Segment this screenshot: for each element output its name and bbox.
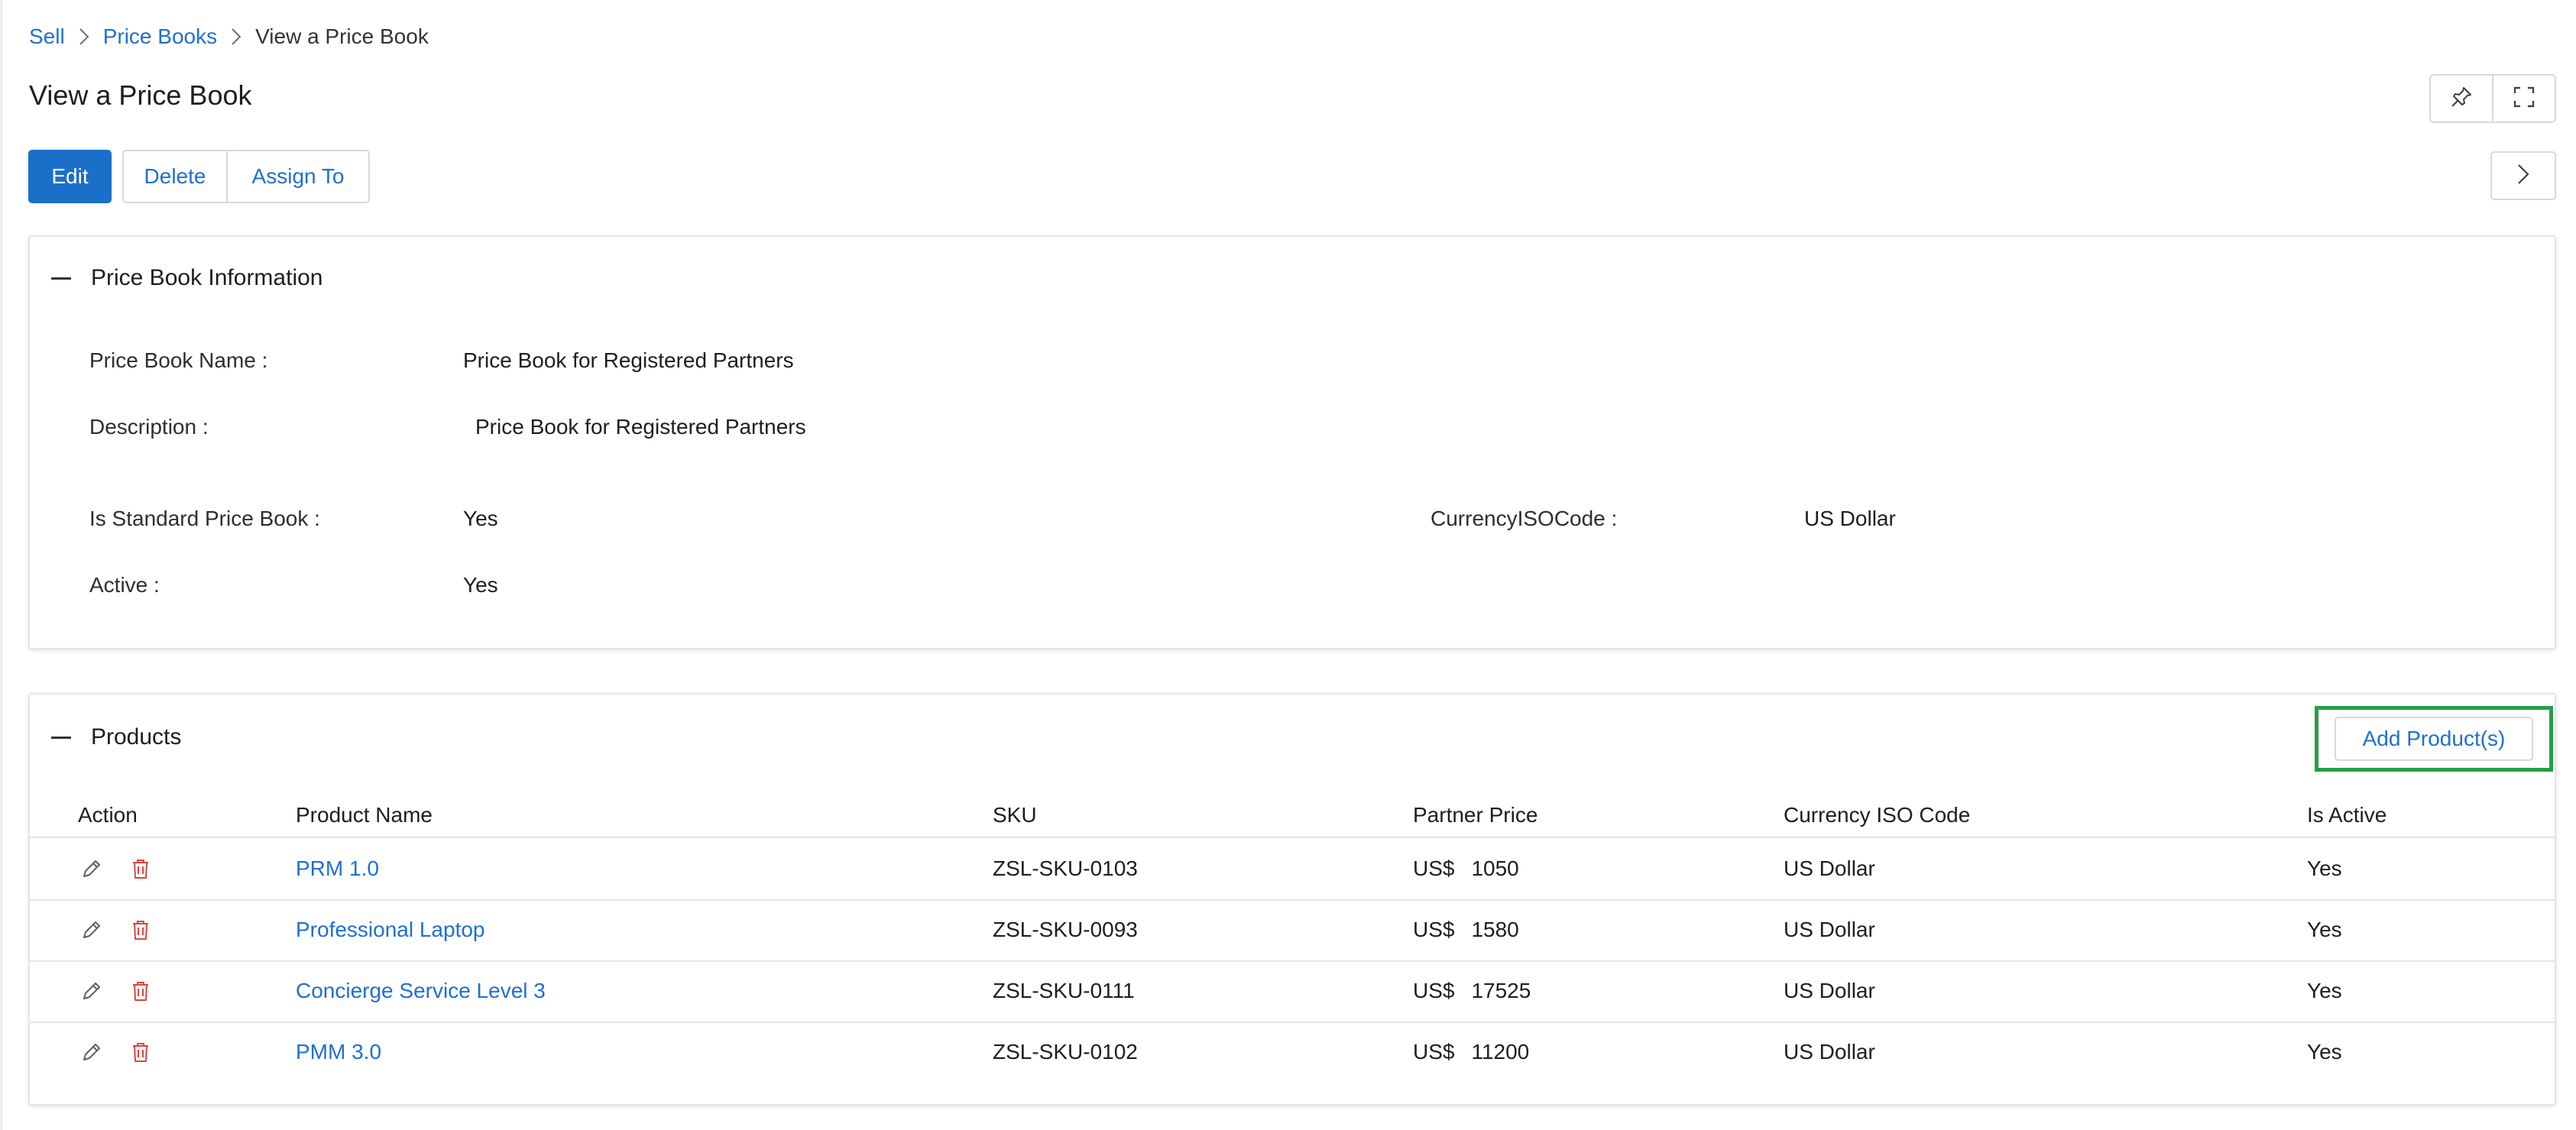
product-currency: US Dollar <box>1784 856 1875 880</box>
currency-symbol: US$ <box>1413 979 1455 1002</box>
pencil-icon[interactable] <box>78 1038 105 1066</box>
price-value: 11200 <box>1471 1040 1530 1064</box>
column-header-partner-price[interactable]: Partner Price <box>1413 794 1537 837</box>
table-row: Professional Laptop ZSL-SKU-0093 US$ 158… <box>30 899 2555 962</box>
product-sku: ZSL-SKU-0102 <box>993 1040 1138 1064</box>
left-border <box>0 0 3 1130</box>
row-actions <box>78 899 154 960</box>
product-name-link[interactable]: PRM 1.0 <box>296 838 379 899</box>
table-row: PMM 3.0 ZSL-SKU-0102 US$ 11200 US Dollar… <box>30 1022 2555 1083</box>
breadcrumb-separator-icon <box>65 28 103 46</box>
currency-symbol: US$ <box>1413 856 1455 880</box>
product-partner-price: US$ 17525 <box>1413 960 1531 1022</box>
pin-button[interactable] <box>2431 76 2492 121</box>
row-actions <box>78 1022 154 1083</box>
products-section-toggle[interactable]: Products <box>51 720 181 754</box>
column-header-product-name[interactable]: Product Name <box>296 794 433 837</box>
product-name-link[interactable]: Professional Laptop <box>296 899 485 960</box>
product-name-link[interactable]: Concierge Service Level 3 <box>296 960 546 1022</box>
is-standard-label: Is Standard Price Book : <box>89 507 320 530</box>
product-partner-price: US$ 1580 <box>1413 899 1519 960</box>
product-currency: US Dollar <box>1784 979 1875 1002</box>
price-value: 17525 <box>1471 979 1531 1002</box>
trash-icon[interactable] <box>127 1038 154 1066</box>
product-partner-price: US$ 11200 <box>1413 1022 1529 1083</box>
add-products-highlight: Add Product(s) <box>2315 706 2553 772</box>
edit-button[interactable]: Edit <box>28 150 112 203</box>
trash-icon[interactable] <box>127 855 154 882</box>
product-name-link[interactable]: PMM 3.0 <box>296 1022 381 1083</box>
add-products-button[interactable]: Add Product(s) <box>2335 717 2533 761</box>
page-title: View a Price Book <box>29 79 252 111</box>
currency-iso-code-label: CurrencyISOCode : <box>1431 507 1618 530</box>
column-header-is-active[interactable]: Is Active <box>2307 794 2386 837</box>
column-header-currency-iso-code[interactable]: Currency ISO Code <box>1784 794 1970 837</box>
breadcrumb-current: View a Price Book <box>255 24 429 48</box>
row-actions <box>78 838 154 899</box>
price-book-name-label: Price Book Name : <box>89 348 268 372</box>
active-label: Active : <box>89 573 160 597</box>
description-label: Description : <box>89 415 209 439</box>
product-is-active: Yes <box>2307 1040 2342 1064</box>
info-section-title: Price Book Information <box>91 265 323 290</box>
price-value: 1050 <box>1471 856 1519 880</box>
view-controls <box>2429 74 2556 123</box>
pencil-icon[interactable] <box>78 977 105 1005</box>
action-button-group: Delete Assign To <box>122 150 370 203</box>
delete-button[interactable]: Delete <box>124 151 226 202</box>
product-sku: ZSL-SKU-0103 <box>993 856 1138 880</box>
active-value: Yes <box>463 573 498 597</box>
fullscreen-icon <box>2513 86 2535 112</box>
breadcrumb-separator-icon <box>217 28 255 46</box>
breadcrumb-price-books[interactable]: Price Books <box>103 24 217 49</box>
column-header-sku[interactable]: SKU <box>993 794 1037 837</box>
pin-icon <box>2450 86 2473 112</box>
price-book-information-card: Price Book Information Price Book Name :… <box>28 235 2556 649</box>
collapse-icon <box>51 736 71 739</box>
collapse-icon <box>51 277 71 280</box>
trash-icon[interactable] <box>127 977 154 1005</box>
assign-to-button[interactable]: Assign To <box>226 151 368 202</box>
product-sku: ZSL-SKU-0111 <box>993 979 1135 1002</box>
column-header-action: Action <box>78 803 138 827</box>
next-record-button[interactable] <box>2490 151 2556 200</box>
currency-symbol: US$ <box>1413 1040 1455 1064</box>
breadcrumb: Sell Price Books View a Price Book <box>29 20 429 53</box>
currency-symbol: US$ <box>1413 918 1455 941</box>
product-sku: ZSL-SKU-0093 <box>993 918 1138 941</box>
products-card: Products Add Product(s) Action Product N… <box>28 693 2556 1106</box>
products-section-title: Products <box>91 724 182 750</box>
info-section-toggle[interactable]: Price Book Information <box>51 261 322 295</box>
is-standard-value: Yes <box>463 507 498 530</box>
price-book-name-value: Price Book for Registered Partners <box>463 348 794 372</box>
product-is-active: Yes <box>2307 856 2342 880</box>
breadcrumb-sell[interactable]: Sell <box>29 24 65 49</box>
product-partner-price: US$ 1050 <box>1413 838 1519 899</box>
product-is-active: Yes <box>2307 918 2342 941</box>
pencil-icon[interactable] <box>78 855 105 882</box>
row-actions <box>78 960 154 1022</box>
product-currency: US Dollar <box>1784 1040 1875 1064</box>
description-value: Price Book for Registered Partners <box>475 415 806 439</box>
price-value: 1580 <box>1471 918 1519 941</box>
currency-iso-code-value: US Dollar <box>1804 507 1896 530</box>
products-table-header: Action Product Name SKU Partner Price Cu… <box>30 794 2555 838</box>
fullscreen-button[interactable] <box>2492 76 2555 121</box>
chevron-right-icon <box>2516 163 2530 189</box>
table-row: PRM 1.0 ZSL-SKU-0103 US$ 1050 US Dollar … <box>30 838 2555 901</box>
product-currency: US Dollar <box>1784 918 1875 941</box>
pencil-icon[interactable] <box>78 916 105 944</box>
product-is-active: Yes <box>2307 979 2342 1002</box>
trash-icon[interactable] <box>127 916 154 944</box>
table-row: Concierge Service Level 3 ZSL-SKU-0111 U… <box>30 960 2555 1023</box>
